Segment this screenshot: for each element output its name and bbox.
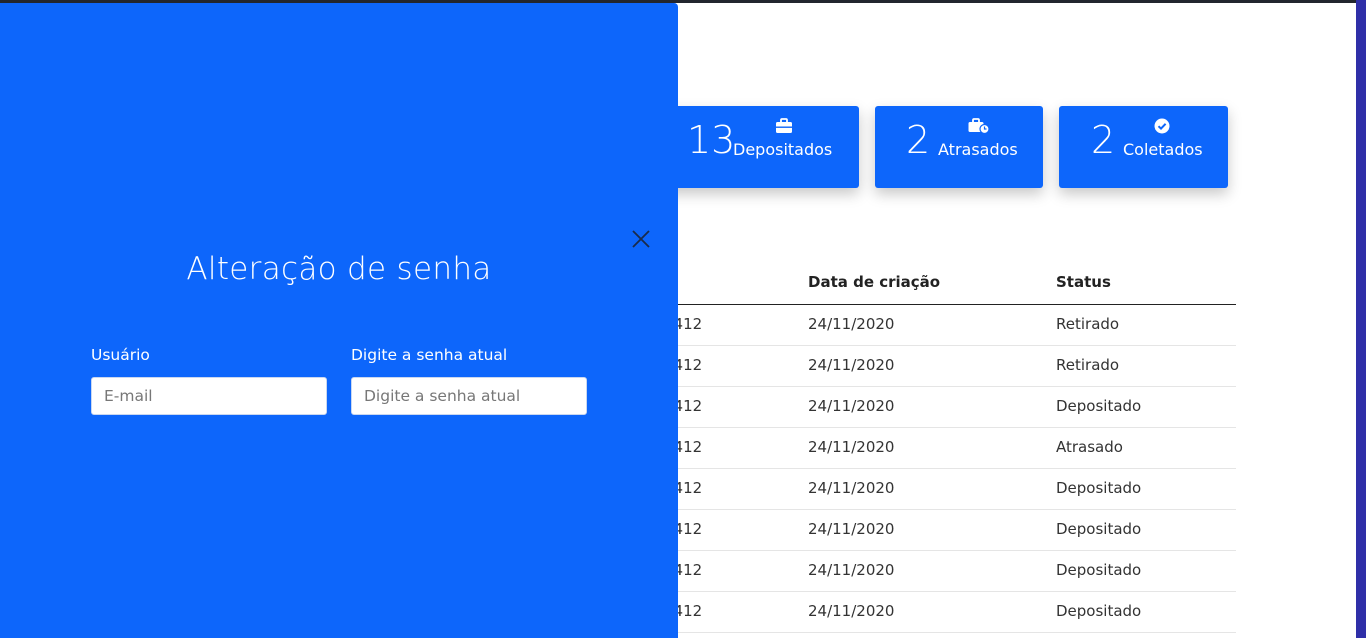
table-header: Data de criação Status [600,265,1236,305]
cell-date: 24/11/2020 [808,438,895,456]
stat-count: 13 [687,118,736,162]
table-row[interactable]: 4412 24/11/2020 Depositado [600,469,1236,510]
email-field[interactable] [91,377,327,415]
scrollbar-thumb[interactable] [1356,362,1366,638]
deliveries-table: Data de criação Status 4412 24/11/2020 Ret… [600,265,1236,633]
stat-label: Coletados [1123,140,1203,159]
column-header-date: Data de criação [808,273,941,291]
cell-date: 24/11/2020 [808,315,895,333]
stat-count: 2 [906,118,931,162]
stat-count: 2 [1091,118,1116,162]
cell-status: Retirado [1056,315,1120,333]
cell-status: Depositado [1056,397,1142,415]
stat-card-atrasados[interactable]: 2 Atrasados [875,106,1043,188]
close-icon[interactable] [630,228,652,250]
table-row[interactable]: 4412 24/11/2020 Atrasado [600,428,1236,469]
cell-status: Depositado [1056,520,1142,538]
cell-status: Depositado [1056,479,1142,497]
table-row[interactable]: 4412 24/11/2020 Depositado [600,510,1236,551]
cell-status: Retirado [1056,356,1120,374]
stat-card-coletados[interactable]: 2 Coletados [1059,106,1228,188]
change-password-modal: Alteração de senha Usuário Digite a senh… [0,3,678,638]
user-label: Usuário [91,346,150,364]
briefcase-icon [775,118,793,134]
cell-date: 24/11/2020 [808,397,895,415]
page: 13 Depositados 2 Atrasados 2 Coletados D… [0,0,1366,638]
current-password-field[interactable] [351,377,587,415]
cell-date: 24/11/2020 [808,479,895,497]
cell-status: Depositado [1056,561,1142,579]
modal-title: Alteração de senha [186,251,492,287]
stat-label: Atrasados [938,140,1018,159]
current-password-label: Digite a senha atual [351,346,508,364]
check-circle-icon [1154,118,1170,134]
cell-date: 24/11/2020 [808,602,895,620]
stat-label: Depositados [733,140,833,159]
cell-status: Depositado [1056,602,1142,620]
table-row[interactable]: 4412 24/11/2020 Retirado [600,305,1236,346]
table-row[interactable]: 4412 24/11/2020 Depositado [600,592,1236,633]
column-header-status: Status [1056,273,1111,291]
cell-date: 24/11/2020 [808,520,895,538]
table-row[interactable]: 4412 24/11/2020 Depositado [600,387,1236,428]
cell-date: 24/11/2020 [808,356,895,374]
cell-date: 24/11/2020 [808,561,895,579]
briefcase-clock-icon [968,118,990,135]
table-row[interactable]: 4412 24/11/2020 Retirado [600,346,1236,387]
cell-status: Atrasado [1056,438,1123,456]
table-row[interactable]: 4412 24/11/2020 Depositado [600,551,1236,592]
